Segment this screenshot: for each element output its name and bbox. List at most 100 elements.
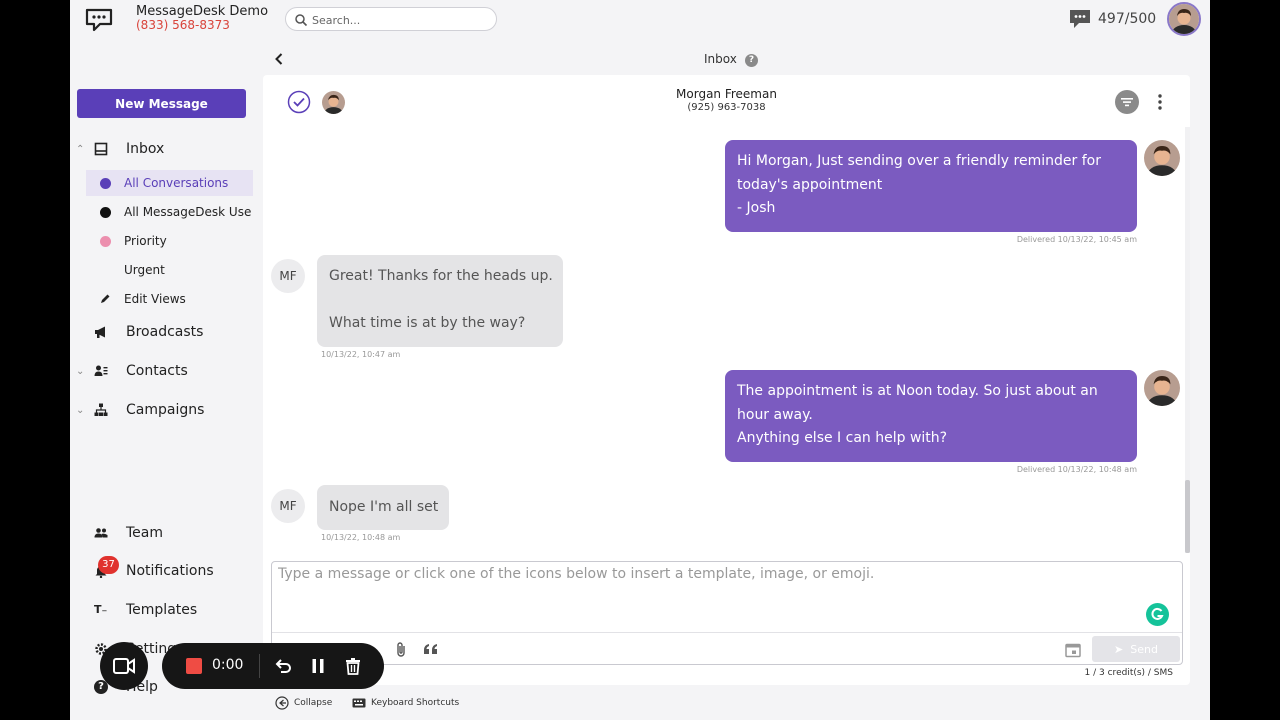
recorder-camera-button[interactable] <box>100 642 148 690</box>
message-composer: ➤ Send <box>271 561 1183 665</box>
send-label: Send <box>1130 642 1158 656</box>
user-avatar-image <box>1169 4 1199 34</box>
contact-name[interactable]: Morgan Freeman <box>263 87 1190 101</box>
sender-avatar <box>1144 140 1180 176</box>
sidebar-item-all-conversations[interactable]: All Conversations <box>86 170 253 196</box>
message-line: What time is at by the way? <box>329 315 526 331</box>
chevron-down-icon[interactable]: ⌄ <box>76 366 86 377</box>
inbox-icon <box>94 142 108 156</box>
sidebar-item-label: Templates <box>126 602 198 618</box>
pencil-icon <box>101 294 110 303</box>
contacts-icon <box>94 365 108 376</box>
chevron-up-icon[interactable]: ⌃ <box>76 144 86 155</box>
paperclip-icon[interactable] <box>392 641 410 659</box>
text-format-icon: T₋ <box>94 603 108 616</box>
sidebar-item-urgent[interactable]: Urgent <box>86 257 253 283</box>
account-phone: (833) 568-8373 <box>136 18 230 32</box>
sidebar-item-priority[interactable]: Priority <box>86 228 253 254</box>
outgoing-message-bubble[interactable]: The appointment is at Noon today. So jus… <box>725 370 1137 462</box>
message-line: The appointment is at Noon today. So jus… <box>737 383 1098 399</box>
account-name: MessageDesk Demo <box>136 4 269 19</box>
recorder-controls: 0:00 <box>162 643 384 689</box>
sidebar-item-label: Edit Views <box>124 292 186 306</box>
grammarly-icon[interactable] <box>1146 603 1169 626</box>
search-box[interactable] <box>285 7 497 31</box>
message-line: Great! Thanks for the heads up. <box>329 268 553 284</box>
contact-initials-avatar: MF <box>271 489 305 523</box>
undo-icon[interactable] <box>273 656 293 676</box>
page-title: Inbox <box>704 52 737 66</box>
sidebar-item-label: Notifications <box>126 563 214 579</box>
message-timestamp: Delivered 10/13/22, 10:45 am <box>1016 235 1137 244</box>
sidebar-item-label: Priority <box>124 234 167 248</box>
messagedesk-logo[interactable] <box>84 7 114 33</box>
composer-toolbar: ➤ Send <box>272 632 1182 665</box>
megaphone-icon <box>95 326 105 338</box>
trash-icon[interactable] <box>343 656 363 676</box>
sidebar-item-label: Inbox <box>126 141 165 157</box>
app-window: MessageDesk Demo (833) 568-8373 497/500 <box>70 0 1210 720</box>
message-input[interactable] <box>278 566 1138 626</box>
team-icon <box>94 528 108 538</box>
more-options-icon[interactable] <box>1156 93 1164 111</box>
keyboard-shortcuts-label: Keyboard Shortcuts <box>371 698 460 708</box>
message-line: - Josh <box>737 200 776 216</box>
conversation-header: Morgan Freeman (925) 963-7038 <box>263 75 1190 127</box>
quote-icon[interactable] <box>422 641 440 659</box>
collapse-button[interactable]: Collapse <box>275 695 332 711</box>
schedule-calendar-icon[interactable] <box>1064 641 1082 659</box>
view-color-dot <box>100 235 111 247</box>
notifications-badge: 37 <box>98 556 119 574</box>
help-icon[interactable]: ? <box>745 54 758 67</box>
incoming-message-bubble[interactable]: Great! Thanks for the heads up. What tim… <box>317 255 563 347</box>
credits-indicator[interactable]: 497/500 <box>1068 8 1156 30</box>
message-timestamp: Delivered 10/13/22, 10:48 am <box>1016 465 1137 474</box>
sender-avatar <box>1144 370 1180 406</box>
search-icon <box>295 14 308 27</box>
sidebar-item-label: Team <box>126 525 164 541</box>
back-arrow-icon[interactable] <box>271 51 287 67</box>
sidebar-item-label: Campaigns <box>126 402 205 418</box>
keyboard-shortcuts-button[interactable]: Keyboard Shortcuts <box>352 695 459 711</box>
filter-icon <box>1121 98 1133 107</box>
message-line: Hi Morgan, Just sending over a friendly … <box>737 153 1101 169</box>
filter-button[interactable] <box>1115 90 1139 114</box>
contact-initials-avatar: MF <box>271 259 305 293</box>
sidebar-item-label: Contacts <box>126 363 188 379</box>
contact-phone: (925) 963-7038 <box>687 102 766 113</box>
outgoing-message-bubble[interactable]: Hi Morgan, Just sending over a friendly … <box>725 140 1137 232</box>
sidebar-item-all-messagedesk-users[interactable]: All MessageDesk Use <box>86 199 253 225</box>
message-credits-icon <box>1070 10 1090 28</box>
send-arrow-icon: ➤ <box>1114 642 1124 656</box>
message-line: today's appointment <box>737 176 883 193</box>
sidebar: New Message ⌃ Inbox All Conversations Al… <box>70 38 260 720</box>
new-message-button[interactable]: New Message <box>77 89 246 118</box>
sidebar-item-label: All Conversations <box>124 176 229 190</box>
message-line <box>329 289 551 313</box>
collapse-arrow-icon <box>275 696 289 710</box>
user-avatar[interactable] <box>1167 2 1201 36</box>
video-camera-icon <box>113 658 135 674</box>
conversation-panel: Morgan Freeman (925) 963-7038 Hi Morgan,… <box>263 75 1190 685</box>
sender-avatar-image <box>1144 140 1180 176</box>
search-input[interactable] <box>312 11 488 29</box>
page-header: Inbox ? <box>263 48 1190 72</box>
sidebar-item-edit-views[interactable]: Edit Views <box>86 286 253 312</box>
chevron-down-icon[interactable]: ⌄ <box>76 405 86 416</box>
recording-timer: 0:00 <box>212 657 244 673</box>
thread-scrollbar-thumb[interactable] <box>1185 480 1190 553</box>
message-timestamp: 10/13/22, 10:47 am <box>321 350 401 359</box>
recorder-divider <box>259 654 260 678</box>
credits-count: 497/500 <box>1098 11 1157 27</box>
message-thread: Hi Morgan, Just sending over a friendly … <box>263 127 1190 553</box>
send-button[interactable]: ➤ Send <box>1092 636 1180 662</box>
message-timestamp: 10/13/22, 10:48 am <box>321 533 401 542</box>
incoming-message-bubble[interactable]: Nope I'm all set <box>317 485 449 530</box>
keyboard-icon <box>352 698 366 708</box>
stop-recording-button[interactable] <box>186 658 202 674</box>
pause-icon[interactable] <box>308 656 328 676</box>
collapse-label: Collapse <box>294 698 333 708</box>
view-color-dot <box>100 206 111 218</box>
view-color-dot <box>100 177 111 189</box>
message-line: Anything else I can help with? <box>737 430 948 446</box>
